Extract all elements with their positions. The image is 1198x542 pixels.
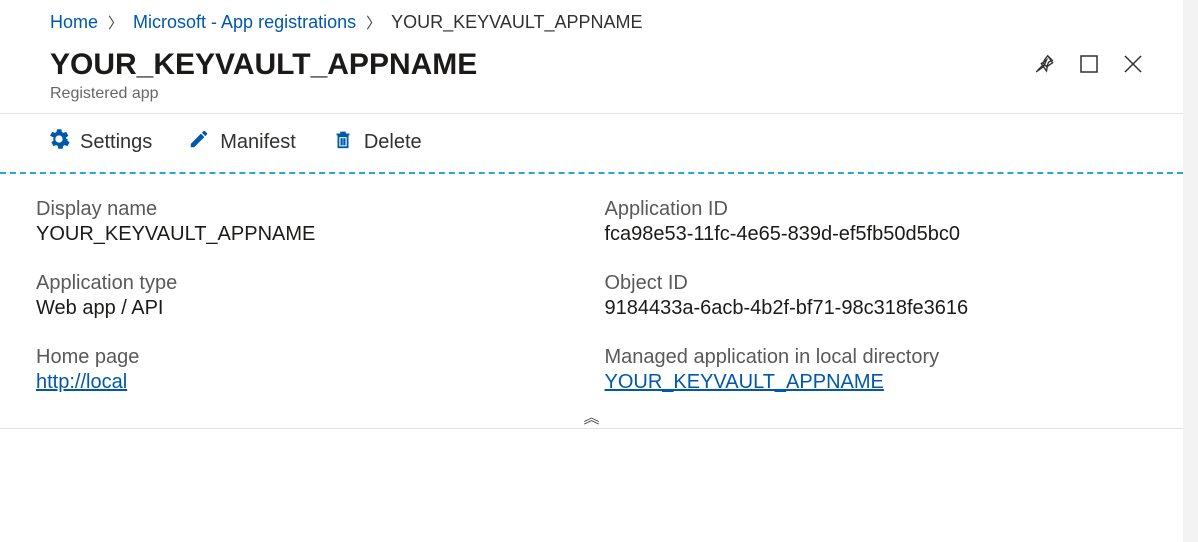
page-title: YOUR_KEYVAULT_APPNAME xyxy=(50,47,477,83)
field-label: Home page xyxy=(36,346,565,369)
close-icon xyxy=(1123,54,1143,77)
field-label: Application type xyxy=(36,272,565,295)
field-value: YOUR_KEYVAULT_APPNAME xyxy=(36,223,565,246)
field-label: Display name xyxy=(36,198,565,221)
home-page-link[interactable]: http://local xyxy=(36,371,127,393)
maximize-button[interactable] xyxy=(1079,54,1099,77)
toolbar-delete-label: Delete xyxy=(364,131,422,154)
pencil-icon xyxy=(188,128,210,156)
settings-button[interactable]: Settings xyxy=(48,128,152,156)
field-application-type: Application type Web app / API xyxy=(36,272,565,320)
field-display-name: Display name YOUR_KEYVAULT_APPNAME xyxy=(36,198,565,246)
manifest-button[interactable]: Manifest xyxy=(188,128,296,156)
collapse-toggle[interactable]: ︽ xyxy=(0,404,1183,428)
toolbar-settings-label: Settings xyxy=(80,131,152,154)
toolbar-manifest-label: Manifest xyxy=(220,131,296,154)
field-value: fca98e53-11fc-4e65-839d-ef5fb50d5bc0 xyxy=(605,223,1134,246)
toolbar: Settings Manifest Delete xyxy=(0,114,1183,172)
breadcrumb-home[interactable]: Home xyxy=(50,12,98,33)
scrollbar[interactable] xyxy=(1183,0,1198,542)
field-label: Object ID xyxy=(605,272,1134,295)
pin-icon xyxy=(1033,53,1055,78)
breadcrumb-chevron-icon: 〉 xyxy=(366,12,381,33)
field-home-page: Home page http://local xyxy=(36,346,565,394)
trash-icon xyxy=(332,128,354,156)
delete-button[interactable]: Delete xyxy=(332,128,422,156)
field-application-id: Application ID fca98e53-11fc-4e65-839d-e… xyxy=(605,198,1134,246)
breadcrumb-parent[interactable]: Microsoft - App registrations xyxy=(133,12,356,33)
field-managed-app: Managed application in local directory Y… xyxy=(605,346,1134,394)
pin-button[interactable] xyxy=(1033,53,1055,78)
breadcrumb: Home 〉 Microsoft - App registrations 〉 Y… xyxy=(0,0,1183,41)
field-object-id: Object ID 9184433a-6acb-4b2f-bf71-98c318… xyxy=(605,272,1134,320)
field-value: 9184433a-6acb-4b2f-bf71-98c318fe3616 xyxy=(605,297,1134,320)
bottom-divider xyxy=(0,428,1183,454)
square-icon xyxy=(1079,54,1099,77)
field-label: Managed application in local directory xyxy=(605,346,1134,369)
double-chevron-up-icon: ︽ xyxy=(583,410,599,427)
field-label: Application ID xyxy=(605,198,1134,221)
managed-app-link[interactable]: YOUR_KEYVAULT_APPNAME xyxy=(605,371,884,393)
breadcrumb-chevron-icon: 〉 xyxy=(108,12,123,33)
gear-icon xyxy=(48,128,70,156)
blade-header: YOUR_KEYVAULT_APPNAME Registered app xyxy=(0,41,1183,114)
page-subtitle: Registered app xyxy=(50,85,477,103)
close-button[interactable] xyxy=(1123,54,1143,77)
field-value: Web app / API xyxy=(36,297,565,320)
breadcrumb-current: YOUR_KEYVAULT_APPNAME xyxy=(391,12,642,33)
details-grid: Display name YOUR_KEYVAULT_APPNAME Appli… xyxy=(0,174,1183,406)
